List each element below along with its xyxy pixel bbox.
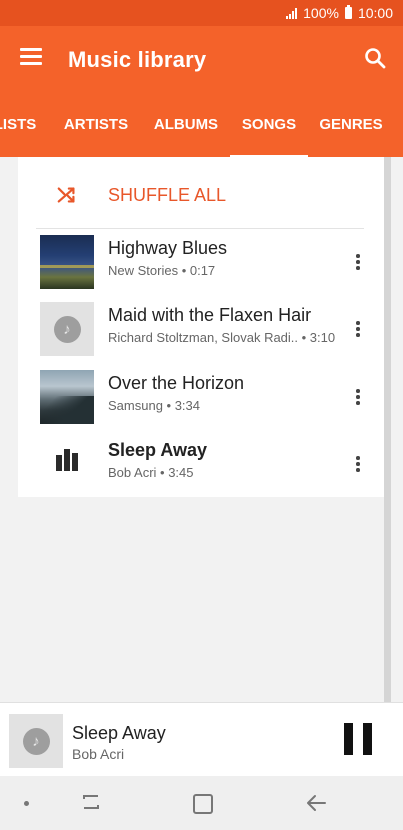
song-title: Sleep Away — [108, 440, 208, 460]
tab-genres[interactable]: GENRES — [314, 92, 388, 157]
song-subtitle: Bob Acri • 3:45 — [108, 465, 194, 480]
shuffle-all-label: SHUFFLE ALL — [108, 185, 227, 205]
song-title: Maid with the Flaxen Hair — [108, 305, 312, 325]
mini-player[interactable]: ♪ Sleep Away Bob Acri — [0, 702, 403, 776]
list-item-song-playing[interactable]: Sleep Away Bob Acri • 3:45 — [18, 431, 385, 498]
list-item-song[interactable]: Highway Blues New Stories • 0:17 — [18, 229, 385, 296]
list-item-song[interactable]: Over the Horizon Samsung • 3:34 — [18, 364, 385, 431]
mini-player-album-art: ♪ — [9, 714, 63, 768]
tab-bar: LISTS ARTISTS ALBUMS SONGS GENRES — [0, 92, 403, 157]
status-bar: 100% 10:00 — [0, 0, 403, 26]
list-item-song[interactable]: ♪ Maid with the Flaxen Hair Richard Stol… — [18, 296, 385, 363]
shuffle-icon — [56, 184, 78, 206]
song-subtitle: Richard Stoltzman, Slovak Radi.. • 3:10 — [108, 330, 336, 345]
more-options-icon[interactable] — [348, 316, 368, 342]
back-icon[interactable] — [305, 792, 327, 814]
battery-icon — [344, 5, 352, 19]
song-title: Over the Horizon — [108, 373, 245, 393]
nav-dot-icon[interactable] — [24, 801, 29, 806]
navigation-bar — [0, 776, 403, 830]
tab-playlists[interactable]: LISTS — [0, 92, 40, 157]
song-subtitle: New Stories • 0:17 — [108, 263, 216, 278]
signal-icon — [286, 7, 298, 19]
battery-percentage: 100% — [303, 5, 339, 21]
now-playing-equalizer-icon — [40, 437, 94, 491]
album-art — [40, 370, 94, 424]
mini-player-title: Sleep Away — [72, 723, 166, 743]
page-title: Music library — [68, 47, 207, 72]
tab-albums[interactable]: ALBUMS — [148, 92, 224, 157]
scrollbar[interactable] — [384, 157, 391, 702]
mini-player-artist: Bob Acri — [72, 746, 125, 762]
status-time: 10:00 — [357, 5, 393, 21]
music-note-icon: ♪ — [53, 315, 81, 343]
song-subtitle: Samsung • 3:34 — [108, 398, 200, 413]
tab-songs[interactable]: SONGS — [230, 92, 308, 157]
shuffle-all-button[interactable]: SHUFFLE ALL — [18, 157, 385, 229]
menu-icon[interactable] — [20, 48, 42, 66]
home-icon[interactable] — [193, 794, 213, 814]
more-options-icon[interactable] — [348, 384, 368, 410]
more-options-icon[interactable] — [348, 451, 368, 477]
search-icon[interactable] — [363, 46, 387, 70]
album-art-placeholder: ♪ — [40, 302, 94, 356]
song-title: Highway Blues — [108, 238, 228, 258]
more-options-icon[interactable] — [348, 249, 368, 275]
app-bar: Music library — [0, 26, 403, 92]
music-note-icon: ♪ — [22, 727, 50, 755]
album-art — [40, 235, 94, 289]
tab-artists[interactable]: ARTISTS — [56, 92, 136, 157]
song-list: SHUFFLE ALL Highway Blues New Stories • … — [18, 157, 385, 497]
pause-button[interactable] — [342, 723, 374, 759]
recent-apps-icon[interactable] — [80, 792, 102, 812]
